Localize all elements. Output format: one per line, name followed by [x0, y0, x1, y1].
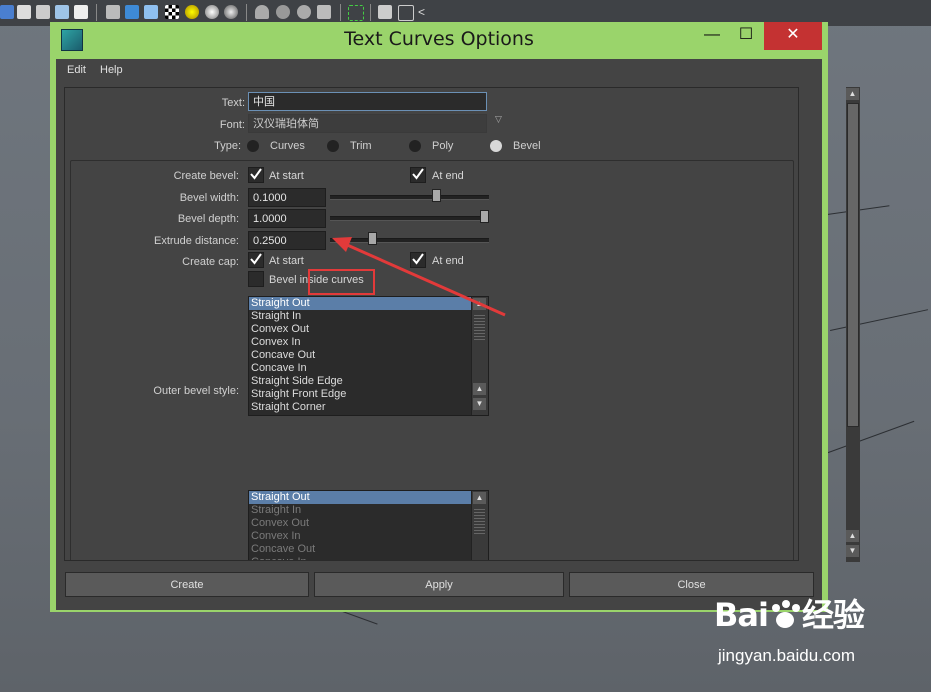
paw-icon — [768, 600, 802, 630]
baidu-watermark: Bai 经验 jingyan.baidu.com — [714, 590, 865, 665]
watermark-brand: Bai — [714, 596, 769, 634]
watermark-brand2: 经验 — [801, 596, 865, 634]
watermark-url: jingyan.baidu.com — [718, 646, 856, 665]
annotation-arrow — [332, 237, 506, 317]
